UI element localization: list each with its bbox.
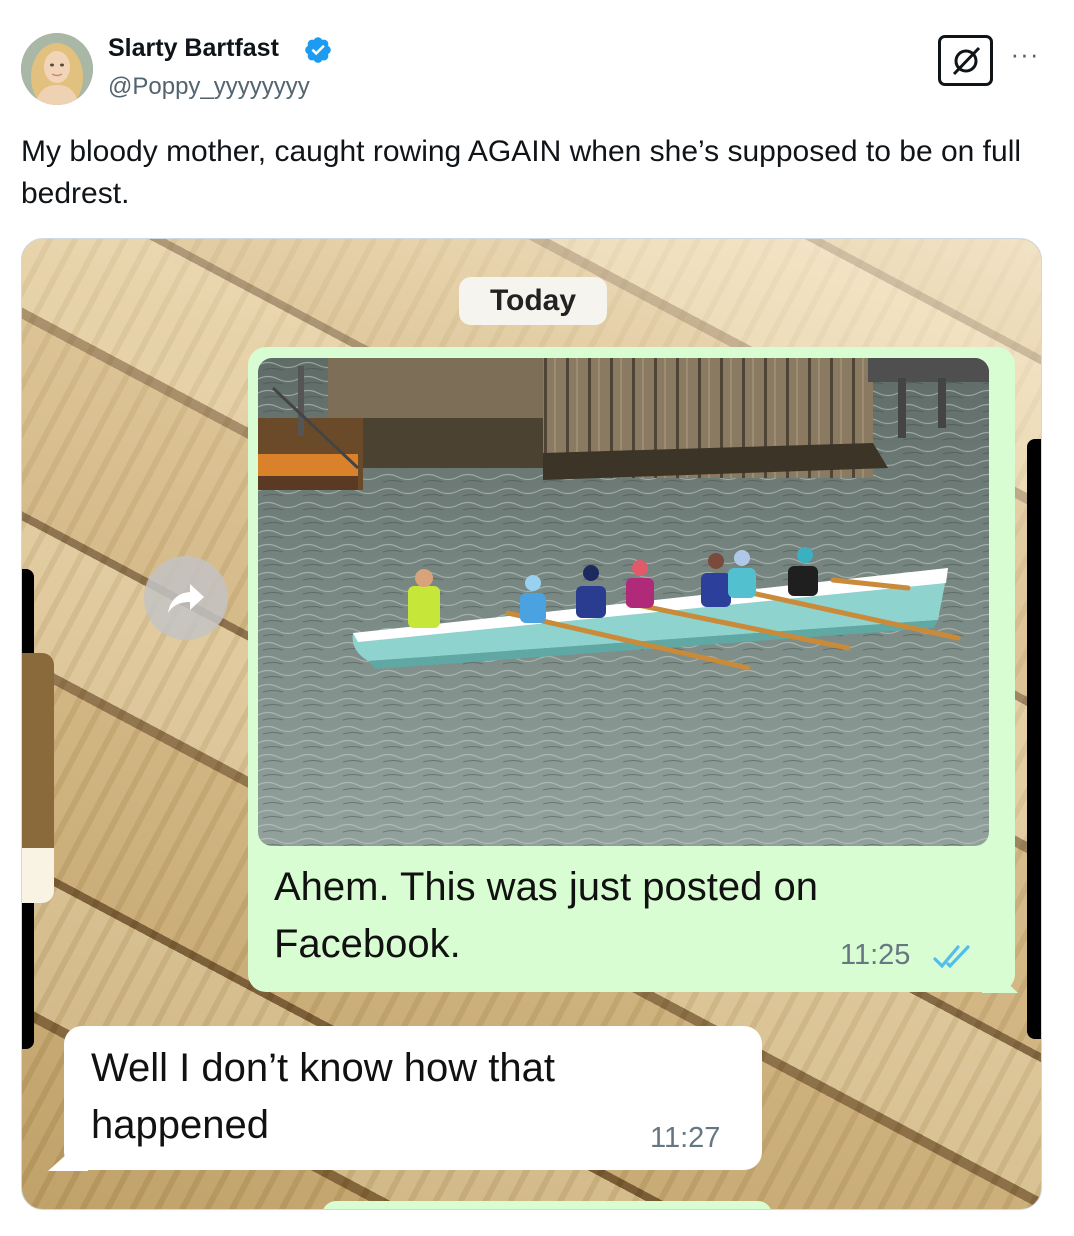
author-handle[interactable]: @Poppy_yyyyyyyy: [108, 73, 310, 101]
incoming-message-time: 11:27: [650, 1122, 721, 1154]
forward-button[interactable]: [144, 556, 228, 640]
tweet-media-screenshot[interactable]: Today Ahem. This was just posted on Face…: [21, 238, 1042, 1210]
forward-arrow-icon: [168, 584, 204, 613]
screenshot-border: [1027, 439, 1041, 1039]
next-message-peek: [322, 1201, 772, 1209]
outgoing-message-text: Ahem. This was just posted on Facebook.: [274, 865, 818, 966]
verified-badge-icon: [305, 37, 331, 63]
outgoing-message-bubble[interactable]: Ahem. This was just posted on Facebook. …: [248, 347, 1015, 992]
author-name[interactable]: Slarty Bartfast: [108, 34, 279, 63]
tweet-text: My bloody mother, caught rowing AGAIN wh…: [21, 135, 1022, 210]
rowing-boat-photo[interactable]: [258, 358, 989, 846]
double-check-read-icon: [933, 945, 970, 969]
grok-icon: [952, 46, 980, 75]
peeking-app-edge: [22, 653, 54, 903]
incoming-message-text: Well I don’t know how that happened: [91, 1046, 555, 1147]
incoming-message-bubble[interactable]: Well I don’t know how that happened 11:2…: [64, 1026, 762, 1170]
more-options-button[interactable]: ···: [1005, 41, 1045, 74]
date-separator: Today: [459, 277, 607, 325]
grok-button[interactable]: [938, 35, 993, 86]
outgoing-message-time: 11:25: [840, 939, 911, 971]
author-avatar[interactable]: [21, 33, 93, 105]
